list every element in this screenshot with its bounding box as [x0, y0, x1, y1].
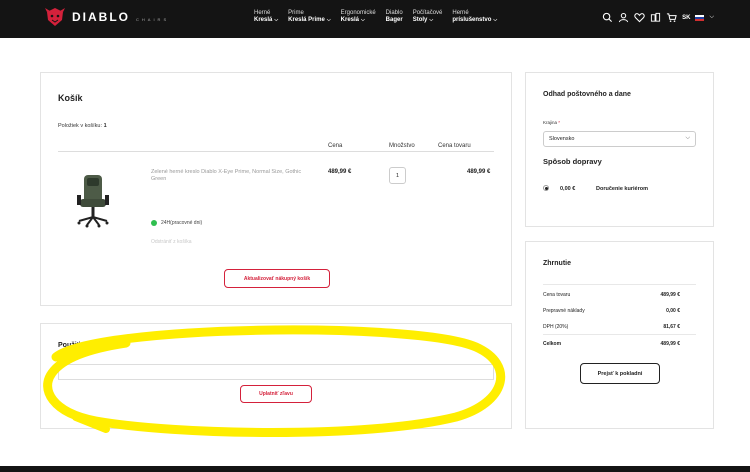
- nav-item-prime[interactable]: Prime Kreslá Prime ⌵: [288, 10, 331, 24]
- nav-item-gaming-chairs[interactable]: Herné Kreslá ⌵: [254, 10, 278, 24]
- nav-item-line1: Herné: [452, 10, 469, 16]
- shipping-title: Odhad poštovného a dane: [543, 91, 631, 98]
- summary-title: Zhrnutie: [543, 260, 571, 267]
- cart-count-value: 1: [103, 123, 107, 129]
- delivery-option-name: Doručenie kuriérom: [596, 186, 648, 192]
- chevron-down-icon: ⌵: [685, 135, 690, 141]
- nav-item-line1: Prime: [288, 10, 304, 16]
- nav-item-bager[interactable]: Diablo Bager: [386, 10, 403, 24]
- brand-logo[interactable]: DIABLO CHAIRS: [44, 6, 169, 28]
- divider: [58, 151, 494, 152]
- product-image[interactable]: [75, 173, 111, 229]
- coupon-title: Použiť zľavový kód: [58, 342, 123, 349]
- order-summary-panel: Zhrnutie Cena tovaru 489,99 € Prepravné …: [525, 241, 714, 429]
- column-header-total: Cena tovaru: [438, 143, 471, 149]
- stock-status: 24H(pracovné dni): [151, 220, 202, 226]
- in-stock-dot-icon: [151, 220, 157, 226]
- cart-icon[interactable]: [666, 12, 677, 23]
- cart-panel: Košík Položiek v košíku: 1 Cena Množstvo…: [40, 72, 512, 306]
- cart-title: Košík: [58, 93, 83, 103]
- nav-item-line2: Kreslá Prime: [288, 17, 325, 23]
- nav-item-line2: príslušenstvo: [452, 17, 492, 23]
- header-actions: SK ⌵: [602, 12, 714, 23]
- nav-item-line2: Bager: [385, 17, 403, 23]
- nav-item-line2: Kreslá: [340, 17, 360, 23]
- logo-text: DIABLO: [72, 10, 130, 24]
- apply-coupon-button[interactable]: Uplatniť zľavu: [240, 385, 312, 403]
- divider: [543, 284, 696, 285]
- chevron-down-icon: ⌵: [326, 17, 331, 23]
- summary-row-subtotal: Cena tovaru 489,99 €: [543, 292, 696, 298]
- summary-row-label: Cena tovaru: [543, 292, 571, 298]
- summary-row-vat: DPH (20%) 81,67 €: [543, 324, 696, 330]
- shipping-estimate-panel: Odhad poštovného a dane Krajina * Sloven…: [525, 72, 714, 227]
- nav-item-line2: Kreslá: [254, 17, 273, 23]
- search-icon[interactable]: [602, 12, 613, 23]
- site-header: DIABLO CHAIRS Herné Kreslá ⌵ Prime Kreslá…: [0, 0, 750, 38]
- coupon-panel: Použiť zľavový kód Uplatniť zľavu: [40, 323, 512, 429]
- nav-item-line1: Herné: [254, 10, 271, 16]
- nav-item-accessories[interactable]: Herné príslušenstvo ⌵: [452, 10, 497, 24]
- chevron-down-icon: ⌵: [493, 17, 498, 23]
- product-price: 489,99 €: [328, 169, 352, 175]
- product-total: 489,99 €: [467, 169, 491, 175]
- summary-row-value: 489,99 €: [660, 341, 680, 347]
- delivery-option-price: 0,00 €: [560, 186, 576, 192]
- divider: [543, 334, 696, 335]
- stock-text: 24H(pracovné dni): [161, 220, 203, 226]
- logo-subtext: CHAIRS: [136, 16, 170, 22]
- cart-page: Košík Položiek v košíku: 1 Cena Množstvo…: [0, 38, 750, 466]
- site-footer: [0, 466, 750, 472]
- region-label-text: Krajina: [543, 120, 558, 125]
- column-header-quantity: Množstvo: [389, 143, 415, 149]
- nav-item-line1: Diablo: [385, 10, 403, 16]
- cart-item-count: Položiek v košíku: 1: [58, 123, 107, 129]
- cart-count-label: Položiek v košíku:: [58, 123, 103, 129]
- checkout-button[interactable]: Prejsť k pokladni: [580, 363, 660, 384]
- user-icon[interactable]: [618, 12, 629, 23]
- nav-item-line1: Ergonomické: [340, 10, 376, 16]
- summary-row-shipping: Prepravné náklady 0,00 €: [543, 308, 696, 314]
- required-marker: *: [558, 120, 561, 125]
- main-nav: Herné Kreslá ⌵ Prime Kreslá Prime ⌵ Ergono…: [254, 10, 497, 24]
- coupon-code-input[interactable]: [58, 364, 494, 380]
- summary-row-value: 489,99 €: [660, 292, 680, 298]
- region-select[interactable]: Slovensko ⌵: [543, 131, 696, 147]
- summary-row-value: 81,67 €: [663, 324, 680, 330]
- flag-sk-icon[interactable]: [695, 14, 705, 21]
- chevron-down-icon: ⌵: [274, 17, 279, 23]
- chevron-down-icon: ⌵: [361, 17, 365, 23]
- product-name-link[interactable]: Zelené herné kreslo Diablo X-Eye Prime, …: [151, 169, 311, 183]
- summary-row-total: Celkom 489,99 €: [543, 341, 696, 347]
- quantity-input[interactable]: 1: [389, 167, 406, 184]
- nav-item-line1: Počítačové: [412, 10, 443, 16]
- remove-item-link[interactable]: Odstrániť z košíka: [151, 239, 192, 245]
- delivery-option-radio[interactable]: [543, 185, 549, 191]
- nav-item-ergonomic[interactable]: Ergonomické Kreslá ⌵: [341, 10, 376, 24]
- delivery-method-title: Spôsob dopravy: [543, 157, 602, 166]
- summary-row-value: 0,00 €: [666, 308, 680, 314]
- summary-row-label: DPH (20%): [543, 324, 569, 330]
- region-select-value: Slovensko: [549, 136, 575, 142]
- nav-item-line2: Stoly: [412, 17, 428, 23]
- language-code[interactable]: SK: [682, 15, 690, 21]
- update-cart-button[interactable]: Aktualizovať nákupný košík: [224, 269, 330, 288]
- summary-row-label: Prepravné náklady: [543, 308, 585, 314]
- compare-icon[interactable]: [650, 12, 661, 23]
- heart-icon[interactable]: [634, 12, 645, 23]
- region-label: Krajina *: [543, 120, 560, 125]
- chevron-down-icon[interactable]: ⌵: [709, 14, 714, 21]
- nav-item-desks[interactable]: Počítačové Stoly ⌵: [413, 10, 443, 24]
- chevron-down-icon: ⌵: [429, 17, 434, 23]
- summary-row-label: Celkom: [543, 341, 562, 347]
- column-header-price: Cena: [328, 143, 343, 149]
- diablo-logo-icon: [45, 8, 65, 26]
